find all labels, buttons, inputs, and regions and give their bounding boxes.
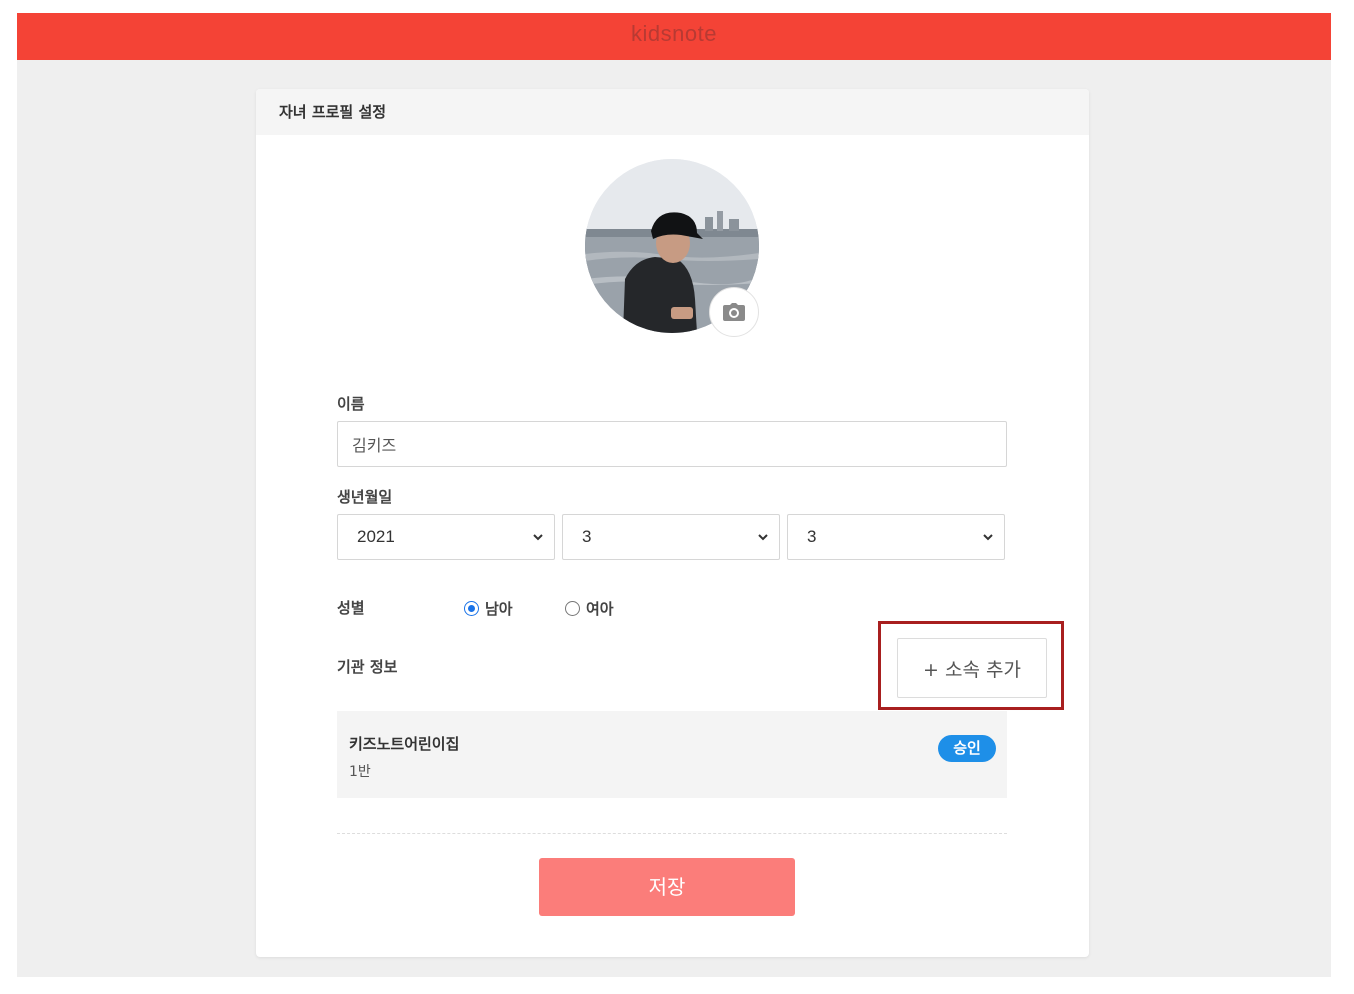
top-bar: kidsnote [17, 13, 1331, 60]
camera-icon [723, 303, 745, 321]
name-label: 이름 [337, 395, 365, 413]
divider [337, 833, 1007, 834]
birth-month-select[interactable]: 3 [562, 514, 780, 560]
gender-option-label: 여아 [586, 600, 614, 618]
birth-day-value: 3 [807, 527, 817, 546]
birth-day-select[interactable]: 3 [787, 514, 1005, 560]
save-button[interactable]: 저장 [539, 858, 795, 916]
status-badge: 승인 [938, 735, 996, 762]
gender-option-label: 남아 [485, 600, 513, 618]
organization-name: 키즈노트어린이집 [349, 735, 460, 753]
change-photo-button[interactable] [709, 287, 759, 337]
app-frame: kidsnote 자녀 프로필 설정 이름 김키즈 생년월일 2021 3 3 … [17, 13, 1331, 977]
organization-class: 1반 [349, 764, 371, 780]
birth-year-value: 2021 [357, 527, 395, 546]
gender-option-female[interactable]: 여아 [565, 598, 614, 619]
profile-card: 자녀 프로필 설정 이름 김키즈 생년월일 2021 3 3 성별 남아 여아 … [256, 89, 1089, 957]
birth-month-value: 3 [582, 527, 592, 546]
avatar-section [585, 159, 759, 337]
radio-button-male[interactable] [464, 601, 479, 616]
add-affiliation-button[interactable]: + 소속 추가 [897, 638, 1047, 698]
gender-label: 성별 [337, 599, 365, 617]
gender-option-male[interactable]: 남아 [464, 598, 513, 619]
chevron-down-icon [983, 534, 993, 541]
chevron-down-icon [533, 534, 543, 541]
org-info-label: 기관 정보 [337, 658, 398, 676]
chevron-down-icon [758, 534, 768, 541]
name-field[interactable] [337, 421, 1007, 467]
birth-year-select[interactable]: 2021 [337, 514, 555, 560]
brand-logo[interactable]: kidsnote [17, 13, 1331, 60]
card-header: 자녀 프로필 설정 [256, 89, 1089, 135]
page-title: 자녀 프로필 설정 [279, 103, 387, 121]
birthdate-label: 생년월일 [337, 488, 393, 506]
radio-button-female[interactable] [565, 601, 580, 616]
organization-item: 키즈노트어린이집 1반 승인 [337, 711, 1007, 798]
